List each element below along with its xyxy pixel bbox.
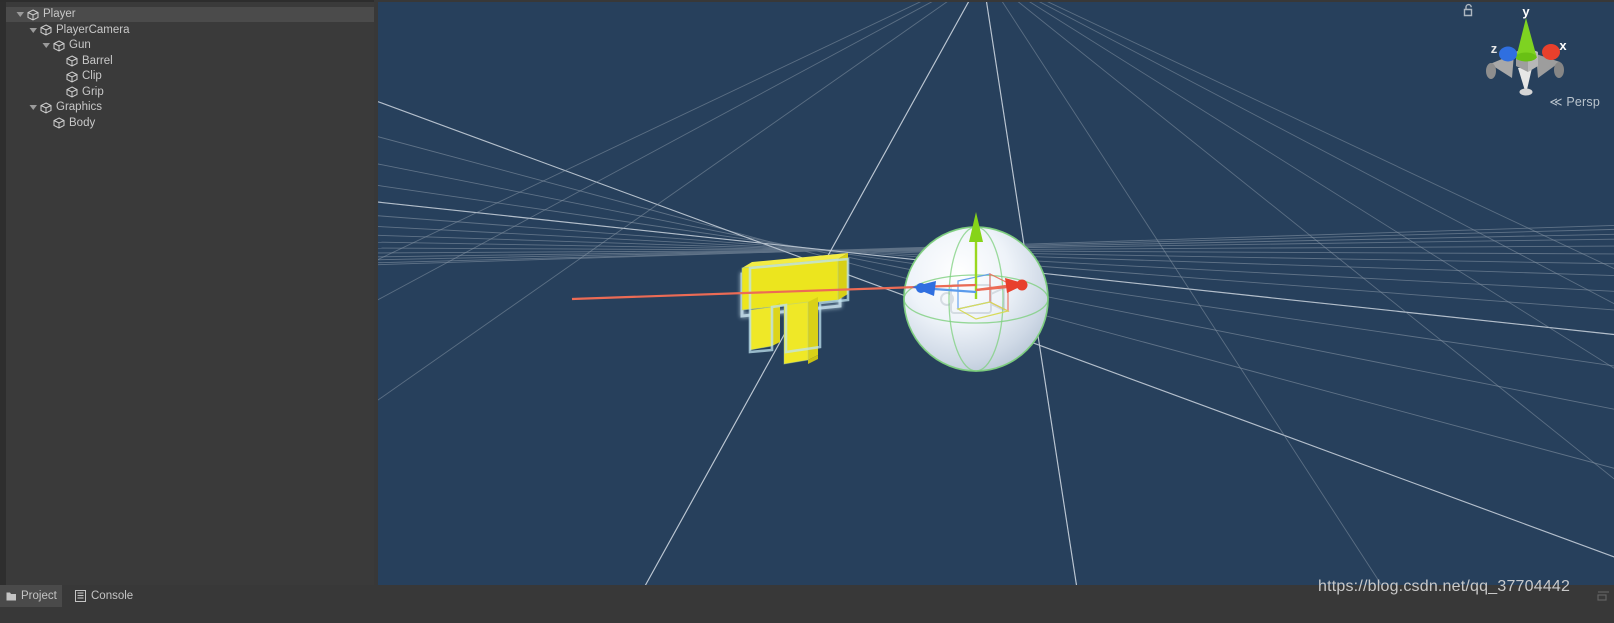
gizmo-label-z: z (1491, 41, 1498, 56)
gameobject-cube-icon (65, 69, 79, 84)
gameobject-cube-icon (52, 116, 66, 131)
hierarchy-item-player[interactable]: Player (6, 7, 374, 22)
projection-mode-label[interactable]: ≪ Persp (1460, 94, 1600, 109)
hierarchy-item-gun[interactable]: Gun (6, 38, 374, 53)
gizmo-axis-z (1499, 46, 1517, 62)
gizmo-axis-x (1542, 44, 1560, 60)
hierarchy-item-label: Grip (82, 85, 104, 98)
hierarchy-item-label: Body (69, 116, 96, 129)
no-chevron-spacer (41, 116, 52, 131)
hierarchy-item-clip[interactable]: Clip (6, 69, 374, 84)
hierarchy-item-label: Player (43, 8, 76, 20)
chevron-down-icon[interactable] (41, 38, 52, 53)
gameobject-cube-icon (52, 38, 66, 53)
gizmo-axis-y (1515, 18, 1537, 62)
folder-icon (6, 589, 17, 603)
gameobject-cube-icon (65, 54, 79, 69)
hierarchy-item-body[interactable]: Body (6, 116, 374, 131)
hierarchy-item-graphics[interactable]: Graphics (6, 100, 374, 115)
gizmo-label-x: x (1559, 38, 1567, 53)
gun-object (740, 253, 850, 365)
padlock-unlocked-icon[interactable] (1460, 2, 1476, 18)
scene-orientation-gizmo[interactable]: y x z ≪ Persp (1460, 2, 1614, 122)
tab-label: Console (91, 590, 134, 602)
list-lines-icon (74, 589, 87, 603)
chevron-down-icon[interactable] (28, 100, 39, 115)
hierarchy-item-label: Barrel (82, 54, 113, 67)
gizmo-label-y: y (1522, 4, 1530, 19)
no-chevron-spacer (54, 69, 65, 84)
tab-label: Project (21, 590, 57, 602)
hierarchy-item-barrel[interactable]: Barrel (6, 54, 374, 69)
resize-grip-icon[interactable] (1596, 591, 1610, 603)
hierarchy-item-playercamera[interactable]: PlayerCamera (6, 23, 374, 38)
hierarchy-item-label: PlayerCamera (56, 23, 130, 36)
chevron-down-icon[interactable] (15, 7, 26, 22)
projection-mode-text: Persp (1566, 95, 1600, 109)
hierarchy-item-label: Gun (69, 39, 91, 51)
hierarchy-item-grip[interactable]: Grip (6, 85, 374, 100)
gameobject-cube-icon (26, 7, 40, 22)
tab-project[interactable]: Project (0, 585, 62, 607)
scene-grid (378, 2, 1614, 585)
hierarchy-panel[interactable]: Player PlayerCamera Gun Barrel Clip Grip Graph… (0, 0, 374, 585)
scene-view[interactable]: y x z ≪ Persp (378, 2, 1614, 585)
hierarchy-item-label: Graphics (56, 101, 103, 113)
gameobject-cube-icon (65, 85, 79, 100)
gameobject-cube-icon (39, 23, 53, 38)
tab-console[interactable]: Console (68, 585, 158, 607)
no-chevron-spacer (54, 85, 65, 100)
chevron-down-icon[interactable] (28, 23, 39, 38)
no-chevron-spacer (54, 54, 65, 69)
projection-prefix-icon: ≪ (1549, 95, 1563, 109)
hierarchy-item-label: Clip (82, 70, 102, 82)
unity-editor-window: Player PlayerCamera Gun Barrel Clip Grip Graph… (0, 0, 1614, 623)
gameobject-cube-icon (39, 100, 53, 115)
watermark-url: https://blog.csdn.net/qq_37704442 (1318, 578, 1571, 595)
